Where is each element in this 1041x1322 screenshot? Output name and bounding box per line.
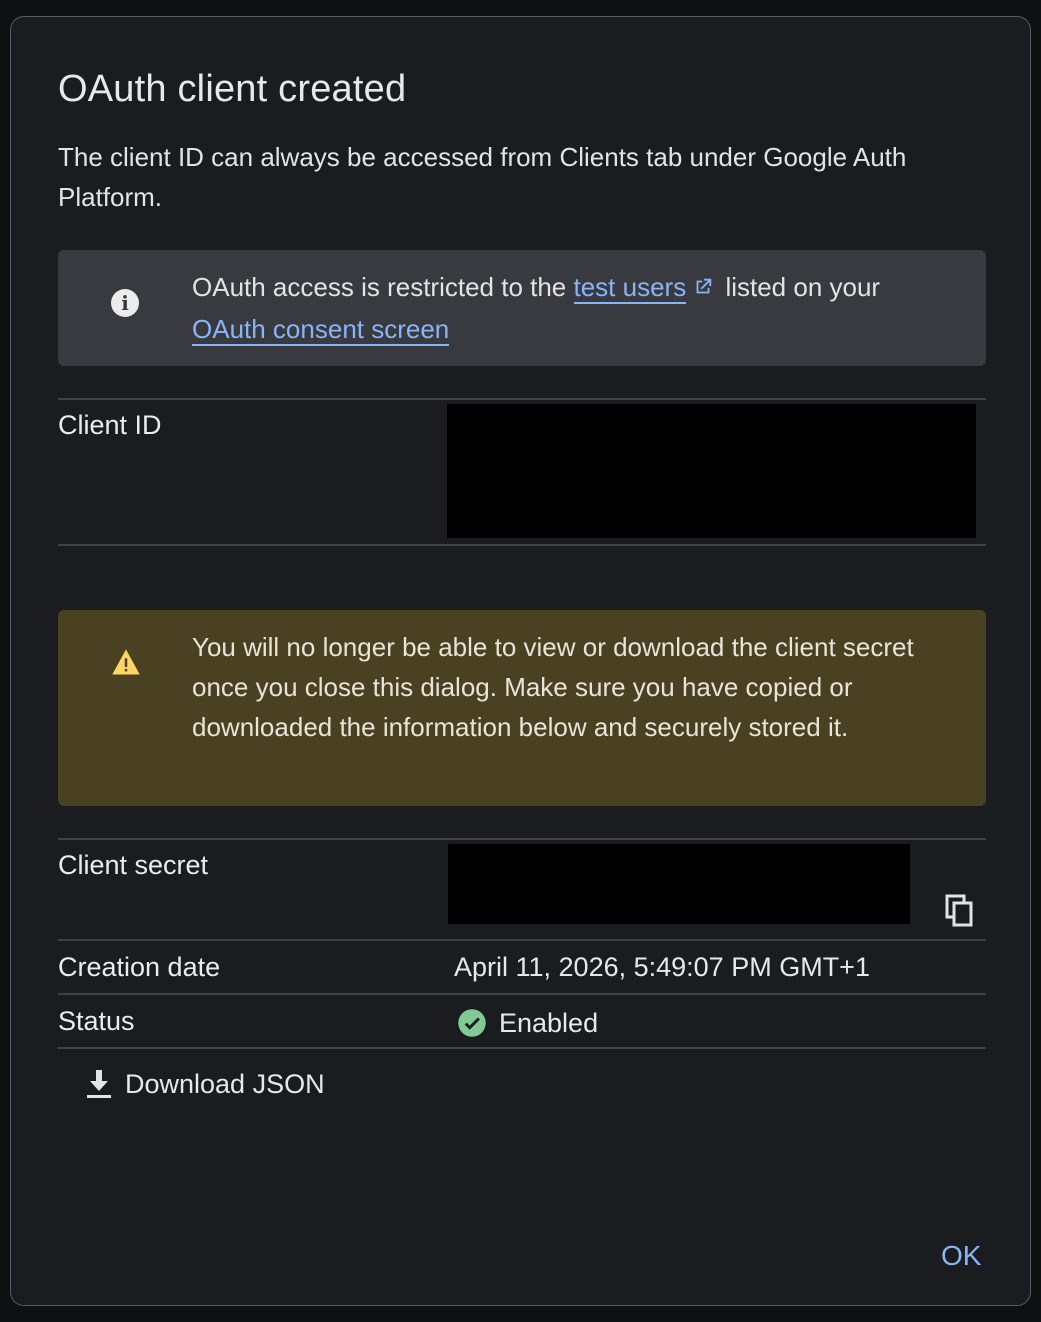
copy-icon[interactable] — [945, 894, 975, 928]
divider — [58, 1047, 986, 1049]
warning-icon — [111, 648, 141, 681]
check-circle-icon — [458, 1009, 486, 1037]
divider — [58, 398, 986, 400]
divider — [58, 838, 986, 840]
divider — [58, 939, 986, 941]
warning-text: You will no longer be able to view or do… — [192, 632, 914, 742]
creation-date-label: Creation date — [58, 952, 221, 982]
client-id-label: Client ID — [58, 410, 162, 440]
download-icon — [87, 1070, 111, 1098]
dialog-title: OAuth client created — [58, 68, 407, 110]
warning-banner: You will no longer be able to view or do… — [58, 610, 986, 806]
info-text-middle: listed on your — [718, 272, 881, 302]
status-label: Status — [58, 1006, 135, 1036]
info-banner: i OAuth access is restricted to the test… — [58, 250, 986, 366]
dialog-subtitle: The client ID can always be accessed fro… — [58, 142, 907, 212]
info-banner-text: OAuth access is restricted to the test u… — [192, 267, 952, 349]
status-value: Enabled — [457, 1006, 598, 1040]
test-users-link[interactable]: test users — [573, 272, 687, 304]
client-secret-redacted-value — [448, 844, 910, 924]
creation-date-value: April 11, 2026, 5:49:07 PM GMT+1 — [454, 952, 870, 982]
divider — [58, 544, 986, 546]
ok-button[interactable]: OK — [941, 1239, 981, 1273]
consent-screen-link[interactable]: OAuth consent screen — [192, 314, 450, 346]
divider — [58, 993, 986, 995]
download-json-button[interactable]: Download JSON — [85, 1067, 325, 1101]
info-text-before: OAuth access is restricted to the — [192, 272, 574, 302]
download-json-label: Download JSON — [125, 1069, 325, 1099]
info-icon: i — [111, 289, 139, 317]
client-secret-label: Client secret — [58, 850, 209, 880]
external-link-icon[interactable] — [692, 269, 714, 309]
oauth-client-dialog: OAuth client created The client ID can a… — [10, 16, 1031, 1306]
client-id-redacted-value — [447, 404, 976, 538]
status-text: Enabled — [499, 1008, 599, 1038]
